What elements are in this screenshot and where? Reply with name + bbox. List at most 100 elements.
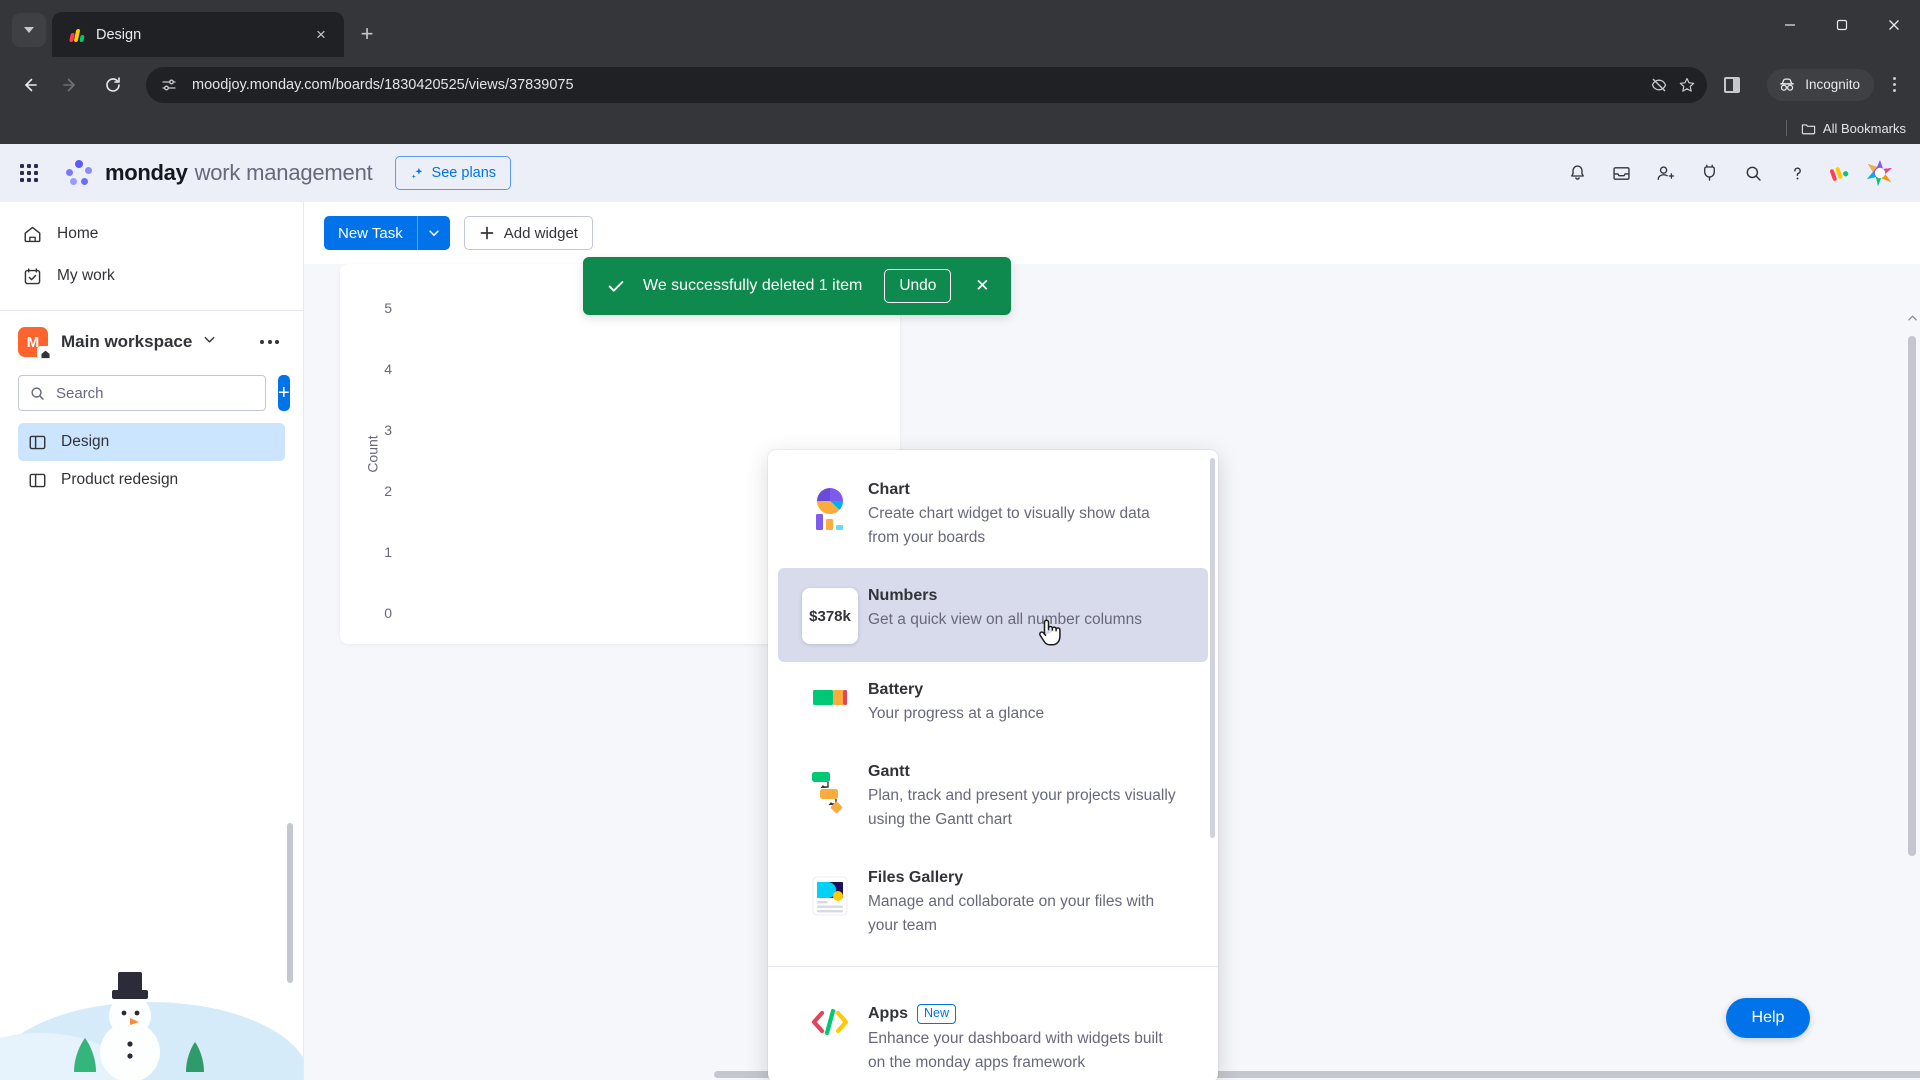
bookmarks-bar: All Bookmarks	[0, 112, 1920, 144]
toast-close-icon[interactable]: ✕	[967, 271, 997, 301]
browser-menu-icon[interactable]	[1880, 68, 1908, 102]
sidebar-search-row: +	[0, 375, 303, 411]
widget-option-description: Manage and collaborate on your files wit…	[868, 893, 1155, 935]
widget-option-title: Files Gallery	[868, 869, 1184, 887]
widget-option-title: Chart	[868, 481, 1184, 499]
all-bookmarks-button[interactable]: All Bookmarks	[1801, 121, 1906, 136]
sidebar-item-label: Home	[57, 225, 99, 242]
search-input[interactable]	[56, 384, 255, 402]
workspace-chevron-down-icon[interactable]	[202, 332, 217, 352]
widget-option-battery[interactable]: Battery Your progress at a glance	[778, 662, 1208, 744]
browser-toolbar: moodjoy.monday.com/boards/1830420525/vie…	[0, 57, 1920, 112]
winter-illustration	[0, 920, 303, 1080]
user-avatar[interactable]	[1864, 157, 1896, 189]
widget-title-text: Files Gallery	[868, 869, 964, 887]
widget-option-gantt[interactable]: Gantt Plan, track and present your proje…	[778, 744, 1208, 850]
widget-option-numbers[interactable]: $378k Numbers Get a quick view on all nu…	[778, 568, 1208, 663]
chart-y-tick: 2	[384, 483, 392, 499]
widget-option-chart[interactable]: Chart Create chart widget to visually sh…	[778, 462, 1208, 568]
chart-y-tick: 3	[384, 422, 392, 438]
widget-option-title: Gantt	[868, 763, 1184, 781]
reload-icon[interactable]	[96, 68, 130, 102]
forward-icon	[54, 68, 88, 102]
home-icon	[24, 226, 41, 242]
battery-widget-icon	[802, 680, 858, 712]
chart-y-tick: 4	[384, 361, 392, 377]
apps-icon[interactable]	[1692, 156, 1726, 190]
help-button[interactable]: Help	[1726, 998, 1810, 1038]
widget-option-apps[interactable]: Apps New Enhance your dashboard with wid…	[778, 977, 1208, 1080]
workspace-home-badge-icon	[37, 346, 53, 362]
monday-favicon	[68, 26, 86, 44]
close-tab-icon[interactable]: ×	[308, 22, 334, 48]
new-task-button[interactable]: New Task	[324, 216, 450, 250]
board-label: Design	[61, 433, 110, 450]
folder-icon	[1801, 123, 1816, 134]
canvas-scrollbar-vertical[interactable]	[1908, 336, 1916, 856]
url-text: moodjoy.monday.com/boards/1830420525/vie…	[192, 76, 574, 93]
widget-title-text: Gantt	[868, 763, 910, 781]
widget-option-description: Your progress at a glance	[868, 705, 1045, 723]
widget-option-files-gallery[interactable]: Files Gallery Manage and collaborate on …	[778, 850, 1208, 956]
close-window-icon[interactable]	[1868, 1, 1920, 49]
undo-button[interactable]: Undo	[884, 269, 952, 303]
monday-labs-icon[interactable]	[1824, 158, 1854, 188]
workspace-avatar[interactable]: M	[18, 327, 53, 362]
numbers-icon-value: $378k	[802, 588, 858, 645]
board-icon	[29, 473, 46, 487]
widget-option-description: Plan, track and present your projects vi…	[868, 787, 1176, 829]
widget-title-text: Chart	[868, 481, 910, 498]
sidebar-item-design[interactable]: Design	[18, 423, 285, 461]
search-icon[interactable]	[1736, 156, 1770, 190]
bookmark-star-icon[interactable]	[1673, 71, 1701, 99]
address-bar[interactable]: moodjoy.monday.com/boards/1830420525/vie…	[146, 66, 1708, 103]
sidebar-item-my-work[interactable]: My work	[12, 256, 291, 296]
minimize-icon[interactable]	[1764, 1, 1816, 49]
chart-y-tick: 0	[384, 605, 392, 621]
tab-search-button[interactable]	[12, 13, 46, 47]
gantt-widget-icon	[802, 762, 858, 814]
sidebar-item-home[interactable]: Home	[12, 214, 291, 254]
brand-name: monday	[105, 160, 188, 185]
notifications-icon[interactable]	[1560, 156, 1594, 190]
new-tab-button[interactable]: +	[354, 21, 380, 47]
see-plans-button[interactable]: See plans	[394, 156, 512, 190]
toast-notification: We successfully deleted 1 item Undo ✕	[583, 257, 1012, 315]
workspace-more-options-icon[interactable]	[254, 334, 285, 350]
add-board-button[interactable]: +	[278, 375, 290, 411]
inbox-icon[interactable]	[1604, 156, 1638, 190]
app-switcher-icon[interactable]	[20, 164, 38, 182]
panel-scrollbar[interactable]	[1210, 458, 1215, 838]
widget-option-description: Enhance your dashboard with widgets buil…	[868, 1030, 1163, 1072]
sidebar-item-product-redesign[interactable]: Product redesign	[18, 461, 285, 499]
maximize-icon[interactable]	[1816, 1, 1868, 49]
board-label: Product redesign	[61, 471, 179, 488]
chevron-down-icon	[24, 27, 34, 33]
site-settings-icon[interactable]	[160, 76, 178, 94]
divider	[768, 966, 1218, 968]
widget-title-text: Apps	[868, 1005, 908, 1023]
side-panel-icon[interactable]	[1715, 68, 1749, 102]
invite-member-icon[interactable]	[1648, 156, 1682, 190]
incognito-profile-button[interactable]: Incognito	[1767, 68, 1874, 101]
workspace-header: M Main workspace	[0, 317, 303, 367]
header-actions	[1560, 156, 1896, 190]
widget-option-description: Create chart widget to visually show dat…	[868, 505, 1150, 547]
brand-logo[interactable]: monday work management	[66, 160, 373, 186]
apps-widget-icon	[802, 1003, 858, 1039]
search-box[interactable]	[18, 375, 266, 411]
add-widget-button[interactable]: Add widget	[463, 216, 593, 250]
new-task-chevron-down-icon[interactable]	[418, 226, 450, 240]
help-icon[interactable]	[1780, 156, 1814, 190]
widget-option-title: Numbers	[868, 587, 1184, 605]
board-list: Design Product redesign	[0, 423, 303, 983]
sidebar-item-label: My work	[57, 267, 115, 284]
widget-option-title: Apps New	[868, 1004, 1184, 1025]
all-bookmarks-label: All Bookmarks	[1822, 120, 1906, 136]
widget-title-text: Numbers	[868, 587, 938, 605]
incognito-icon	[1780, 77, 1795, 91]
back-icon[interactable]	[12, 68, 46, 102]
tracking-protection-icon[interactable]	[1645, 71, 1673, 99]
scroll-up-icon[interactable]	[1906, 312, 1918, 324]
browser-tab[interactable]: Design ×	[52, 12, 344, 57]
